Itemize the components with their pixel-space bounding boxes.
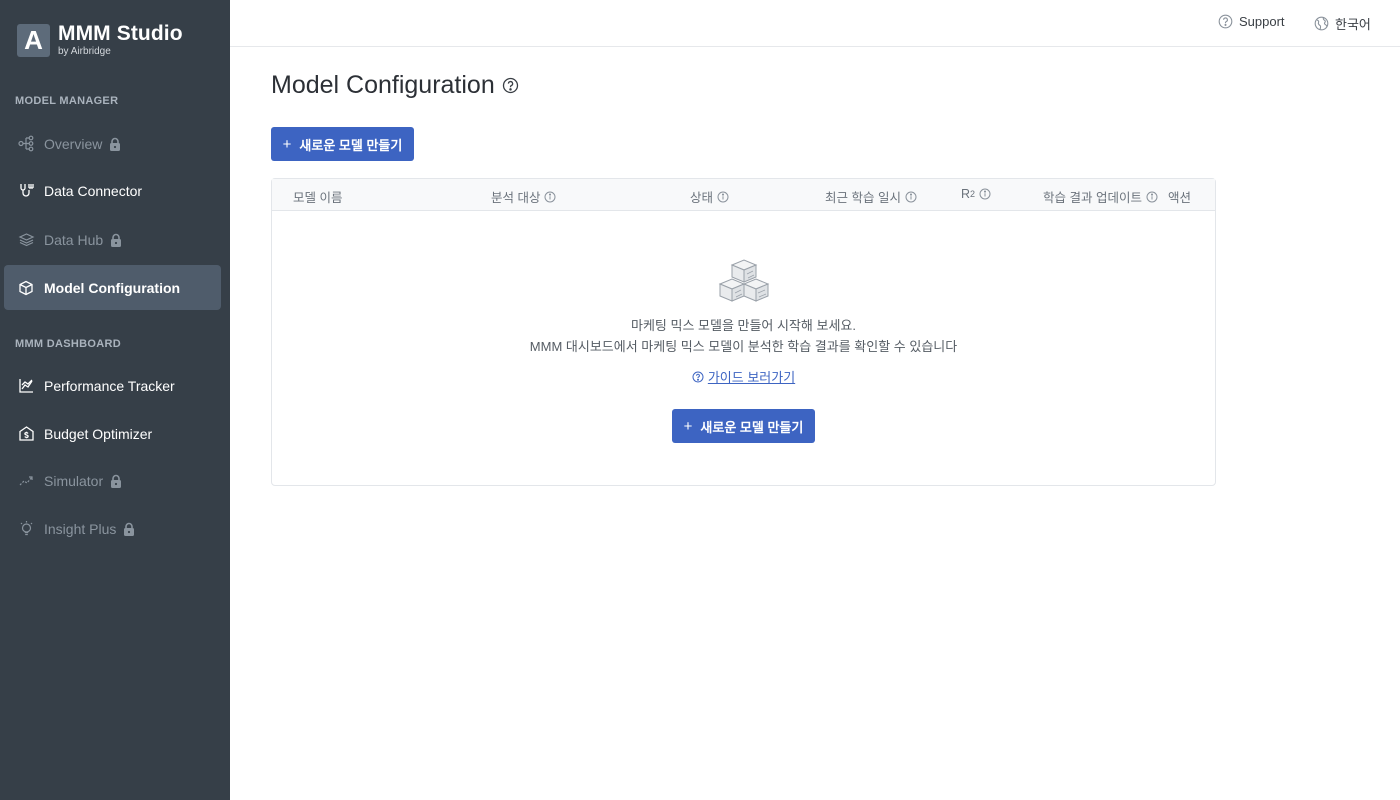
support-link[interactable]: Support (1218, 14, 1285, 29)
connector-icon (17, 182, 35, 200)
language-label: 한국어 (1335, 17, 1371, 32)
brand-name: MMM Studio (58, 22, 183, 45)
support-label: Support (1239, 14, 1285, 29)
empty-boxes-icon (718, 255, 770, 308)
lightbulb-icon (17, 520, 35, 538)
sidebar-item-label: Overview (44, 135, 103, 152)
sidebar-item-label: Simulator (44, 472, 104, 489)
plus-icon: + (683, 417, 693, 435)
empty-message-line1: 마케팅 믹스 모델을 만들어 시작해 보세요. (631, 318, 856, 333)
sidebar-item-label: Performance Tracker (44, 377, 175, 394)
new-model-button-label: 새로운 모델 만들기 (700, 419, 804, 435)
sidebar-item-model-configuration[interactable]: Model Configuration (4, 265, 221, 310)
plus-icon: + (282, 135, 292, 153)
sidebar-item-label: Insight Plus (44, 520, 117, 537)
column-header-actions[interactable]: 액션 (1168, 187, 1191, 206)
table-header: 모델 이름 분석 대상 상태 최근 학습 일시 R2 학습 결과 업데이트 액션 (272, 179, 1215, 211)
new-model-button-label: 새로운 모델 만들기 (299, 137, 403, 153)
hierarchy-icon (17, 135, 35, 153)
column-header-last-trained[interactable]: 최근 학습 일시 (825, 187, 917, 206)
trend-icon (17, 472, 35, 490)
sidebar-item-label: Model Configuration (44, 279, 181, 296)
info-icon[interactable] (1146, 191, 1158, 203)
sidebar-item-label: Data Connector (44, 182, 143, 199)
top-bar: Support 한국어 (230, 0, 1400, 47)
cube-icon (17, 279, 35, 297)
guide-link[interactable]: 가이드 보러가기 (272, 367, 1215, 386)
empty-message-line2: MMM 대시보드에서 마케팅 믹스 모델이 분석한 학습 결과를 확인할 수 있… (529, 339, 958, 354)
info-icon[interactable] (544, 191, 556, 203)
sidebar-item-label: Data Hub (44, 231, 104, 248)
help-circle-icon (1218, 14, 1233, 29)
help-circle-icon (692, 371, 704, 382)
brand-subtitle: by Airbridge (58, 46, 111, 57)
help-icon[interactable] (502, 77, 519, 94)
column-header-model-name[interactable]: 모델 이름 (293, 187, 342, 206)
section-label-mmm-dashboard: MMM DASHBOARD (15, 338, 121, 350)
globe-icon (1314, 16, 1329, 31)
lock-icon (110, 474, 122, 488)
sidebar-item-insight-plus[interactable]: Insight Plus (4, 506, 221, 551)
info-icon[interactable] (979, 188, 991, 200)
brand-logo: A (17, 24, 50, 57)
sidebar-item-overview[interactable]: Overview (4, 121, 221, 166)
lock-icon (123, 522, 135, 536)
sidebar-item-performance-tracker[interactable]: Performance Tracker (4, 363, 221, 408)
sidebar-item-budget-optimizer[interactable]: Budget Optimizer (4, 411, 221, 456)
column-header-status[interactable]: 상태 (690, 187, 729, 206)
page-title: Model Configuration (271, 71, 519, 100)
section-label-model-manager: MODEL MANAGER (15, 95, 119, 107)
page-title-text: Model Configuration (271, 71, 495, 99)
empty-state-new-model-button[interactable]: + 새로운 모델 만들기 (672, 409, 815, 443)
column-header-r-squared[interactable]: R2 (961, 187, 991, 201)
sidebar-item-label: Budget Optimizer (44, 425, 153, 442)
sidebar-item-simulator[interactable]: Simulator (4, 458, 221, 503)
budget-icon (17, 425, 35, 443)
column-header-result-update[interactable]: 학습 결과 업데이트 (1043, 187, 1158, 206)
lock-icon (109, 137, 121, 151)
info-icon[interactable] (717, 191, 729, 203)
brand[interactable]: A MMM Studio by Airbridge (17, 22, 183, 57)
layers-icon (17, 231, 35, 249)
line-chart-icon (17, 377, 35, 395)
sidebar-item-data-connector[interactable]: Data Connector (4, 168, 221, 213)
column-header-analysis-target[interactable]: 분석 대상 (491, 187, 556, 206)
new-model-button[interactable]: + 새로운 모델 만들기 (271, 127, 414, 161)
info-icon[interactable] (905, 191, 917, 203)
language-selector[interactable]: 한국어 (1314, 14, 1371, 33)
sidebar-item-data-hub[interactable]: Data Hub (4, 217, 221, 262)
sidebar: A MMM Studio by Airbridge MODEL MANAGER … (0, 0, 230, 800)
guide-link-label: 가이드 보러가기 (707, 370, 796, 385)
lock-icon (110, 233, 122, 247)
